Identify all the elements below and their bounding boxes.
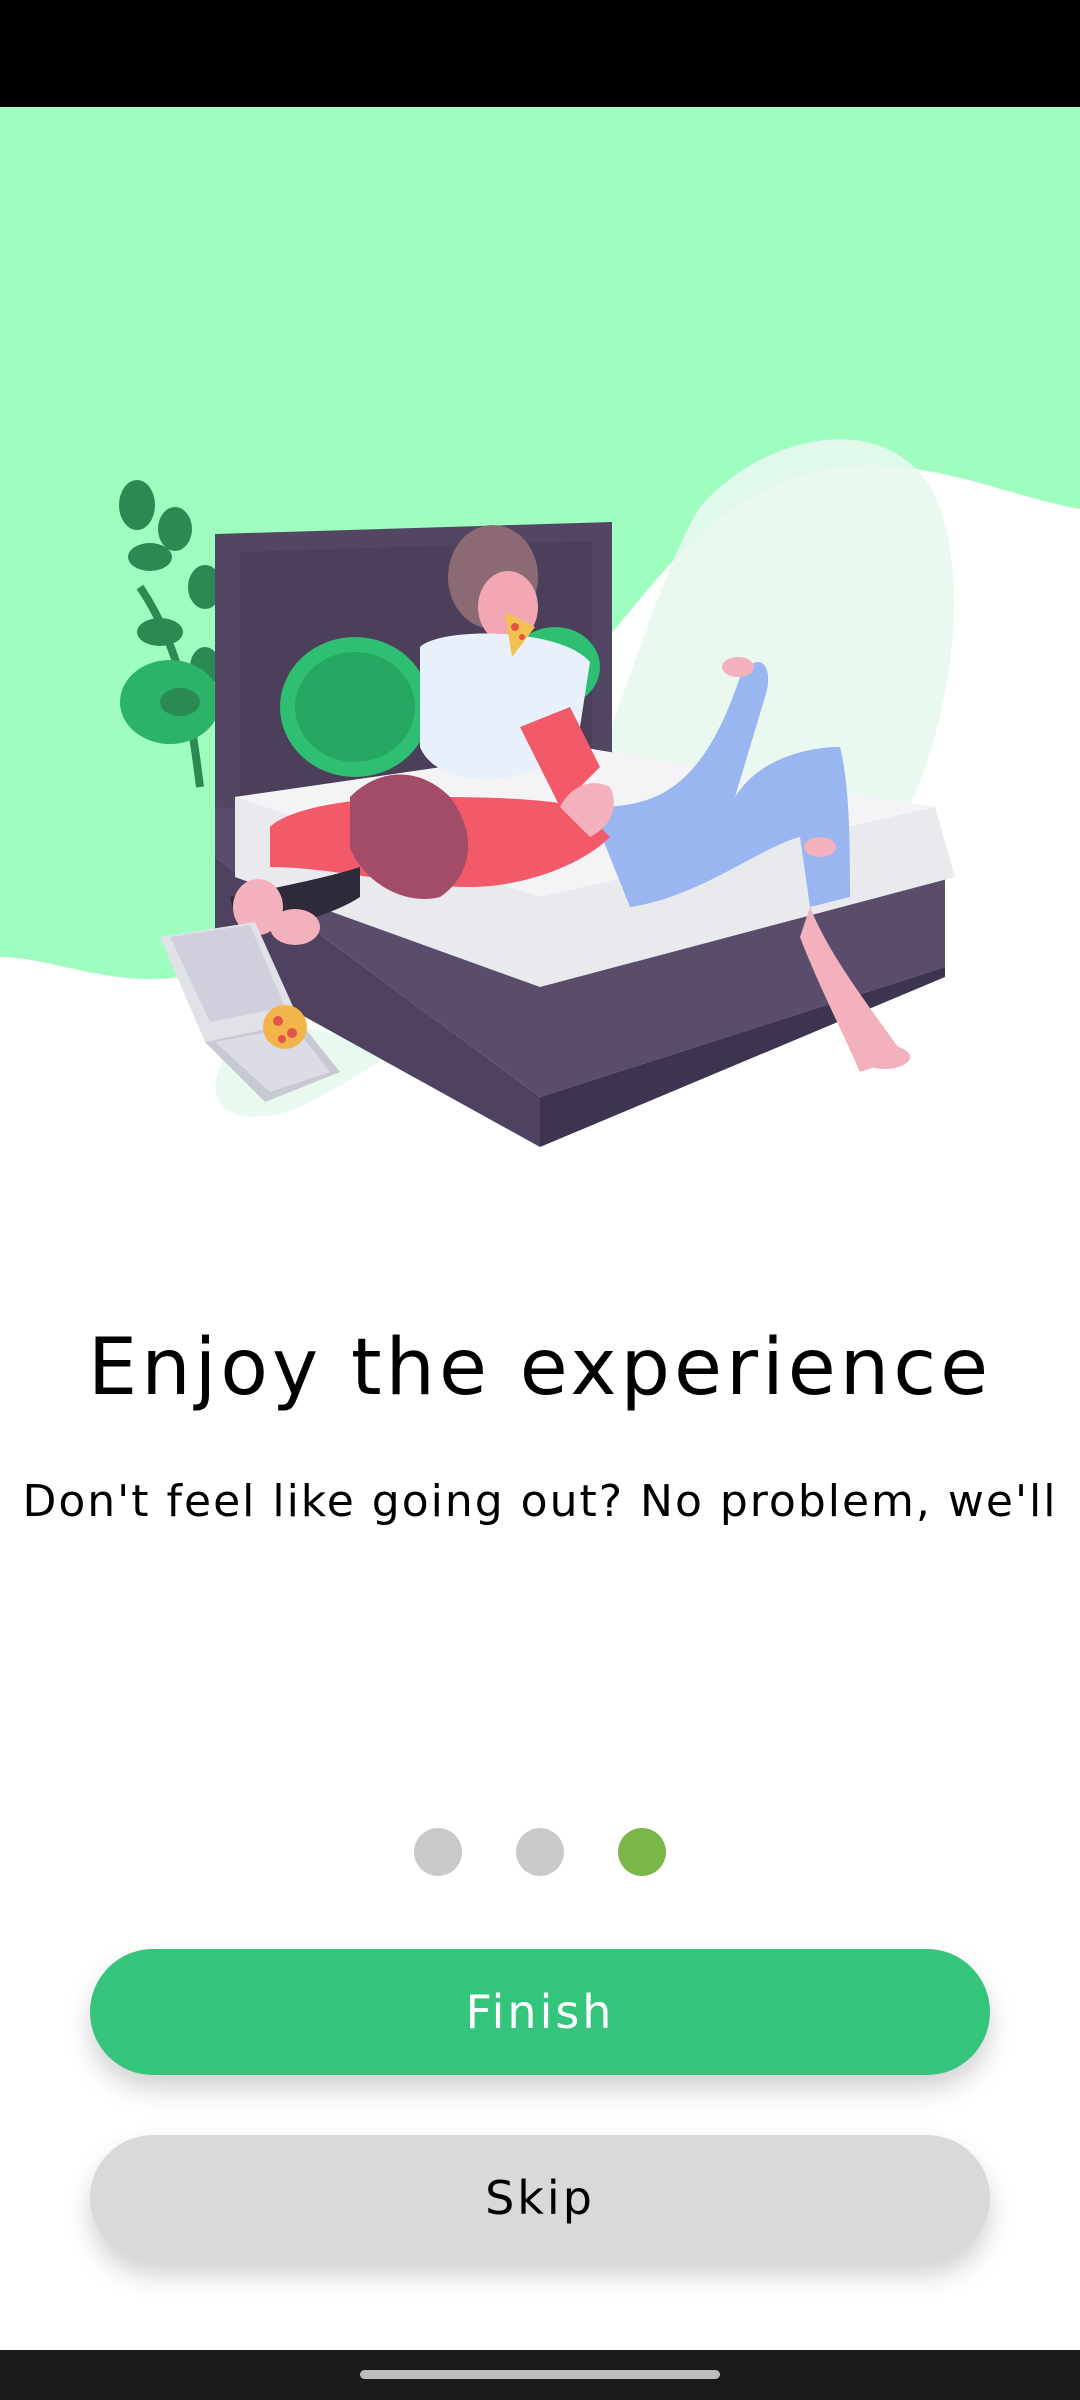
- page-indicator-dot-3-active[interactable]: [618, 1828, 666, 1876]
- hero-illustration: [0, 107, 1080, 1157]
- page-title: Enjoy the experience: [87, 1323, 993, 1413]
- onboarding-screen: Enjoy the experience Don't feel like goi…: [0, 0, 1080, 2400]
- page-indicator-dot-1[interactable]: [414, 1828, 462, 1876]
- finish-button[interactable]: Finish: [90, 1949, 990, 2075]
- skip-button[interactable]: Skip: [90, 2135, 990, 2261]
- home-indicator[interactable]: [360, 2370, 720, 2379]
- page-indicator-dot-2[interactable]: [516, 1828, 564, 1876]
- page-subtitle: Don't feel like going out? No problem, w…: [22, 1476, 1058, 1527]
- page-indicator: [0, 1828, 1080, 1876]
- status-bar: [0, 0, 1080, 107]
